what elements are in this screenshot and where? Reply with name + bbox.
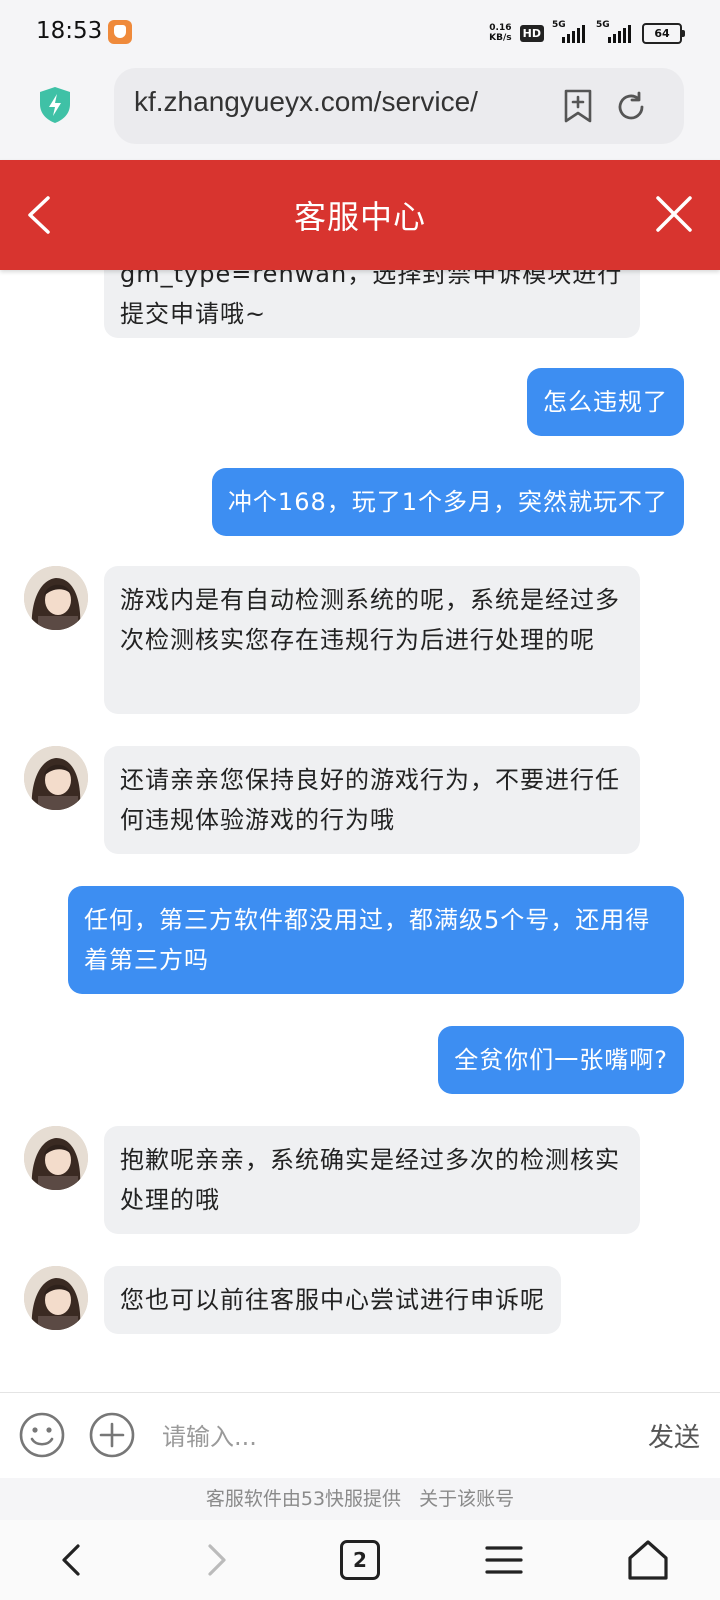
agent-message-text: 游戏内是有自动检测系统的呢，系统是经过多次检测核实您存在违规行为后进行处理的呢 <box>120 586 620 654</box>
browser-bottom-nav: 2 <box>0 1520 720 1600</box>
agent-avatar <box>24 566 88 630</box>
bookmark-add-icon[interactable] <box>562 88 594 124</box>
about-account-link[interactable]: 关于该账号 <box>419 1488 514 1510</box>
tabs-count: 2 <box>340 1540 380 1580</box>
menu-icon[interactable] <box>476 1532 532 1588</box>
browser-toolbar: kf.zhangyueyx.com/service/ <box>0 64 720 158</box>
battery-icon: 64 <box>642 22 685 44</box>
url-text[interactable]: kf.zhangyueyx.com/service/ <box>134 86 519 118</box>
security-shield-icon[interactable] <box>38 86 72 124</box>
status-indicators: 0.16 KB/s HD 5G 5G 64 <box>489 20 685 46</box>
user-message: 怎么违规了 <box>527 368 684 436</box>
user-message: 全贫你们一张嘴啊? <box>438 1026 684 1094</box>
chat-messages[interactable]: gm_type=renwan，选择封禁申诉模块进行提交申请哦~ 怎么违规了 冲个… <box>0 270 720 1392</box>
user-message-text: 冲个168，玩了1个多月，突然就玩不了 <box>227 488 668 516</box>
network-speed: 0.16 KB/s <box>489 23 511 43</box>
home-icon[interactable] <box>620 1532 676 1588</box>
tabs-button[interactable]: 2 <box>332 1532 388 1588</box>
status-time: 18:53 <box>36 18 103 44</box>
user-message: 冲个168，玩了1个多月，突然就玩不了 <box>211 468 684 536</box>
agent-avatar <box>24 1126 88 1190</box>
user-message-text: 任何，第三方软件都没用过，都满级5个号，还用得着第三方吗 <box>84 906 651 974</box>
nav-back-icon[interactable] <box>44 1532 100 1588</box>
avatar-image <box>24 566 88 630</box>
provider-link[interactable]: 客服软件由53快服提供 <box>206 1488 401 1510</box>
agent-message-text: 您也可以前往客服中心尝试进行申诉呢 <box>120 1286 545 1314</box>
signal-icon-2: 5G <box>596 20 634 43</box>
message-input-bar: 发送 <box>0 1392 720 1479</box>
signal-1-label: 5G <box>552 20 566 30</box>
page-title: 客服中心 <box>293 198 426 236</box>
hd-voice-icon: HD <box>519 24 544 42</box>
agent-message: 您也可以前往客服中心尝试进行申诉呢 <box>104 1266 561 1334</box>
agent-avatar <box>24 1266 88 1330</box>
emoji-icon[interactable] <box>18 1411 66 1459</box>
send-button[interactable]: 发送 <box>648 1417 700 1454</box>
agent-message: 抱歉呢亲亲，系统确实是经过多次的检测核实处理的哦 <box>104 1126 640 1234</box>
nav-forward-icon[interactable] <box>188 1532 244 1588</box>
agent-avatar <box>24 746 88 810</box>
signal-icon-1: 5G <box>552 20 588 43</box>
agent-message: gm_type=renwan，选择封禁申诉模块进行提交申请哦~ <box>104 270 640 338</box>
avatar-image <box>24 1266 88 1330</box>
user-message-text: 全贫你们一张嘴啊? <box>454 1046 668 1074</box>
agent-message-text: 抱歉呢亲亲，系统确实是经过多次的检测核实处理的哦 <box>120 1146 620 1214</box>
refresh-icon[interactable] <box>614 90 648 124</box>
user-message-text: 怎么违规了 <box>543 388 668 416</box>
app-notification-icon <box>108 20 132 44</box>
network-speed-unit: KB/s <box>489 33 512 43</box>
add-attachment-icon[interactable] <box>88 1411 136 1459</box>
chat-header: 客服中心 <box>0 160 720 270</box>
agent-message: 还请亲亲您保持良好的游戏行为，不要进行任何违规体验游戏的行为哦 <box>104 746 640 854</box>
address-bar[interactable]: kf.zhangyueyx.com/service/ <box>114 68 684 144</box>
signal-2-label: 5G <box>596 20 610 30</box>
status-bar: 18:53 0.16 KB/s HD 5G 5G 64 <box>0 0 720 64</box>
agent-message-text: gm_type=renwan，选择封禁申诉模块进行提交申请哦~ <box>120 270 623 328</box>
agent-message-text: 还请亲亲您保持良好的游戏行为，不要进行任何违规体验游戏的行为哦 <box>120 766 620 834</box>
user-message: 任何，第三方软件都没用过，都满级5个号，还用得着第三方吗 <box>68 886 684 994</box>
avatar-image <box>24 1126 88 1190</box>
close-button[interactable] <box>654 194 694 234</box>
avatar-image <box>24 746 88 810</box>
message-input[interactable] <box>160 1413 604 1461</box>
service-footer: 客服软件由53快服提供 关于该账号 <box>0 1478 720 1520</box>
agent-message: 游戏内是有自动检测系统的呢，系统是经过多次检测核实您存在违规行为后进行处理的呢 <box>104 566 640 714</box>
network-speed-value: 0.16 <box>489 23 512 33</box>
